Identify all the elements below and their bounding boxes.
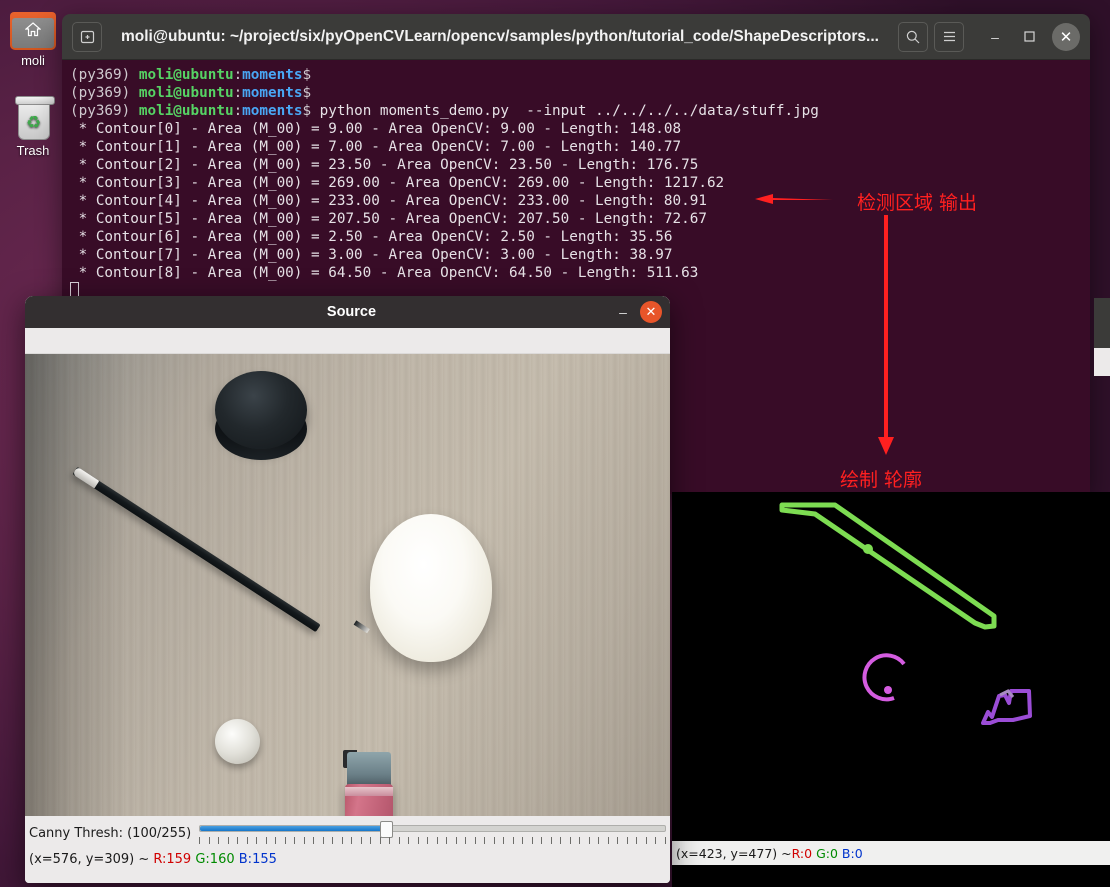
contours-status-bar: (x=423, y=477) ~ R:0 G:0 B:0 — [672, 841, 1110, 865]
prompt-venv: (py369) — [70, 103, 131, 119]
source-window: Source – ✕ Canny Thresh: (100/255) (x=57… — [25, 296, 670, 883]
terminal-line: (py369) moli@ubuntu:moments$ — [70, 67, 311, 83]
source-toolbar — [25, 328, 670, 354]
contours-window: (x=423, y=477) ~ R:0 G:0 B:0 — [672, 492, 1110, 887]
terminal-line: (py369) moli@ubuntu:moments$ — [70, 85, 311, 101]
photo-black-cap — [215, 371, 307, 449]
prompt-user: moli@ubuntu — [138, 85, 234, 101]
prompt-venv: (py369) — [70, 67, 131, 83]
trackbar-thumb[interactable] — [379, 821, 393, 838]
source-red-value: R:159 — [153, 852, 192, 867]
prompt-path: moments — [242, 85, 303, 101]
photo-egg — [370, 514, 492, 662]
terminal-output-line: * Contour[6] - Area (M_00) = 2.50 - Area… — [70, 229, 673, 245]
source-titlebar: Source – ✕ — [25, 296, 670, 328]
terminal-title: moli@ubuntu: ~/project/six/pyOpenCVLearn… — [121, 27, 879, 45]
terminal-output-line: * Contour[8] - Area (M_00) = 64.50 - Are… — [70, 265, 699, 281]
desktop-icon-trash[interactable]: ♻ Trash — [2, 96, 64, 158]
contours-red-value: R:0 — [791, 845, 813, 861]
desktop-icon-label: Trash — [16, 143, 50, 158]
source-close-button[interactable]: ✕ — [640, 301, 662, 323]
desktop: moli ♻ Trash moli@ubuntu: ~/project/six/… — [0, 0, 1110, 887]
photo-wooden-desk-background — [25, 354, 670, 816]
terminal-titlebar: moli@ubuntu: ~/project/six/pyOpenCVLearn… — [62, 14, 1090, 60]
prompt-path: moments — [242, 67, 303, 83]
pen-centroid-dot — [863, 544, 873, 554]
prompt-colon: : — [233, 67, 243, 83]
terminal-output-line: * Contour[7] - Area (M_00) = 3.00 - Area… — [70, 247, 673, 263]
prompt-user: moli@ubuntu — [138, 103, 234, 119]
trackbar-fill — [200, 826, 387, 831]
prompt-colon: : — [233, 85, 243, 101]
terminal-output-line: * Contour[1] - Area (M_00) = 7.00 - Area… — [70, 139, 682, 155]
contours-canvas — [672, 492, 1110, 842]
source-status-bar: (x=576, y=309) ~ R:159 G:160 B:155 — [25, 850, 670, 867]
annotation-detect-region-label: 检测区域 输出 — [857, 192, 978, 214]
trash-icon: ♻ — [10, 96, 56, 140]
prompt-venv: (py369) — [70, 85, 131, 101]
maximize-button[interactable] — [1012, 22, 1046, 52]
coin-centroid-dot — [884, 686, 892, 694]
background-window-body-sliver[interactable] — [1094, 348, 1110, 376]
terminal-command: python moments_demo.py --input ../../../… — [311, 103, 819, 119]
prompt-dollar: $ — [302, 67, 312, 83]
source-image-view[interactable] — [25, 354, 670, 816]
prompt-colon: : — [233, 103, 243, 119]
desktop-icon-label: moli — [21, 53, 45, 68]
close-button[interactable]: ✕ — [1052, 22, 1080, 51]
annotation-arrow-down-icon — [878, 215, 894, 455]
new-tab-icon[interactable] — [72, 21, 102, 52]
trackbar-ticks — [199, 837, 666, 845]
contours-blue-value: B:0 — [841, 845, 863, 861]
source-green-value: G:160 — [195, 852, 235, 867]
terminal-output-line: * Contour[2] - Area (M_00) = 23.50 - Are… — [70, 157, 699, 173]
canny-trackbar[interactable] — [199, 820, 666, 846]
source-minimize-button[interactable]: – — [610, 299, 636, 325]
contours-green-value: G:0 — [816, 845, 838, 861]
desktop-icon-moli[interactable]: moli — [2, 10, 64, 68]
terminal-output-line: * Contour[0] - Area (M_00) = 9.00 - Area… — [70, 121, 682, 137]
prompt-dollar: $ — [302, 85, 312, 101]
minimize-button[interactable]: – — [978, 22, 1012, 52]
terminal-output-line: * Contour[5] - Area (M_00) = 207.50 - Ar… — [70, 211, 707, 227]
contours-coords: (x=423, y=477) ~ — [676, 845, 792, 861]
photo-lighter-band — [345, 787, 393, 796]
terminal-output-line: * Contour[3] - Area (M_00) = 269.00 - Ar… — [70, 175, 725, 191]
terminal-command-line: (py369) moli@ubuntu:moments$ python mome… — [70, 103, 819, 119]
home-icon — [25, 22, 41, 37]
source-bottom-panel: Canny Thresh: (100/255) (x=576, y=309) ~ — [25, 816, 670, 883]
annotation-arrow-left-icon — [755, 194, 833, 204]
background-window-titlebar-sliver[interactable] — [1094, 298, 1110, 348]
canny-trackbar-row: Canny Thresh: (100/255) — [25, 816, 670, 850]
home-folder-icon — [10, 10, 56, 50]
prompt-user: moli@ubuntu — [138, 67, 234, 83]
photo-lighter-top — [347, 752, 391, 788]
terminal-output-line: * Contour[4] - Area (M_00) = 233.00 - Ar… — [70, 193, 707, 209]
source-blue-value: B:155 — [238, 852, 277, 867]
photo-coin — [215, 719, 260, 764]
prompt-path: moments — [242, 103, 303, 119]
annotation-draw-contours-label: 绘制 轮廓 — [840, 469, 923, 491]
prompt-dollar: $ — [302, 103, 312, 119]
source-coords: (x=576, y=309) ~ — [29, 852, 154, 867]
hamburger-menu-icon[interactable] — [934, 21, 964, 52]
search-icon[interactable] — [898, 21, 928, 52]
canny-trackbar-label: Canny Thresh: (100/255) — [29, 825, 192, 841]
source-window-title: Source — [326, 304, 377, 320]
